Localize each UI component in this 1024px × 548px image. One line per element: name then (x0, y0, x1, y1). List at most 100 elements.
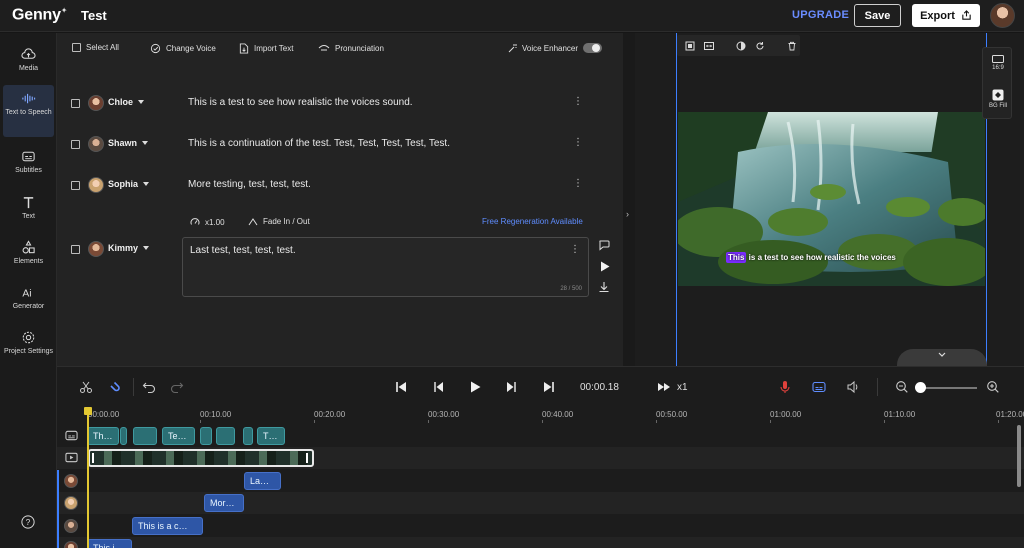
subtitle-clip[interactable] (200, 427, 212, 445)
sidebar-item-text[interactable]: Text (3, 189, 54, 229)
playhead-handle[interactable] (84, 407, 92, 415)
more-options-icon[interactable]: ⋮ (573, 178, 583, 189)
speaker-selector[interactable]: Kimmy (108, 243, 150, 253)
collapse-preview-button[interactable] (897, 349, 987, 366)
regenerate-icon[interactable] (598, 240, 610, 251)
subtitle-clip[interactable] (133, 427, 157, 445)
script-row[interactable]: Sophia More testing, test, test, test. ⋮ (57, 174, 623, 196)
subtitle-clip[interactable]: Te… (162, 427, 195, 445)
pronunciation-button[interactable]: Pronunciation (318, 43, 384, 53)
volume-button[interactable] (846, 380, 860, 399)
download-icon[interactable] (598, 281, 610, 293)
voice-enhancer-toggle[interactable] (583, 43, 603, 53)
speaker-selector[interactable]: Sophia (108, 179, 150, 189)
subtitle-clip[interactable] (216, 427, 235, 445)
sidebar-item-generator[interactable]: Ai Generator (3, 279, 54, 319)
step-forward-button[interactable] (505, 380, 519, 399)
free-regeneration-link[interactable]: Free Regeneration Available (482, 217, 583, 226)
skip-to-start-button[interactable] (394, 380, 408, 399)
project-title[interactable]: Test (81, 8, 107, 23)
script-line-text[interactable]: This is a test to see how realistic the … (188, 97, 413, 108)
row-checkbox[interactable] (71, 181, 80, 190)
magnet-button[interactable] (107, 380, 121, 399)
more-options-icon[interactable]: ⋮ (570, 244, 580, 255)
playhead-line[interactable] (87, 409, 89, 548)
sidebar-item-elements[interactable]: Elements (3, 234, 54, 274)
zoom-slider-track[interactable] (919, 387, 977, 389)
save-button[interactable]: Save (854, 4, 901, 27)
more-options-icon[interactable]: ⋮ (573, 96, 583, 107)
rotate-icon[interactable] (755, 41, 765, 51)
step-back-button[interactable] (431, 380, 445, 399)
chevron-right-icon[interactable]: › (626, 209, 629, 219)
timeline-ruler[interactable]: 00:00.00 00:10.00 00:20.00 00:30.00 00:4… (57, 407, 1024, 423)
redo-button[interactable] (170, 380, 184, 399)
change-voice-button[interactable]: Change Voice (150, 43, 216, 54)
script-line-editor[interactable]: Last test, test, test, test. ⋮ 28 / 500 (182, 237, 589, 297)
subtitle-clip[interactable]: T… (257, 427, 285, 445)
zoom-out-button[interactable] (895, 380, 909, 399)
record-button[interactable] (778, 380, 792, 399)
subtitle-clip[interactable]: Th… (87, 427, 119, 445)
fit-screen-icon[interactable] (685, 41, 695, 51)
clip-trim-handle-left[interactable] (92, 453, 94, 463)
export-button[interactable]: Export (912, 4, 980, 27)
subtitle-clip[interactable] (243, 427, 253, 445)
timeline-scrollbar[interactable] (1017, 425, 1021, 487)
trash-icon[interactable] (787, 41, 797, 51)
resize-icon[interactable] (704, 41, 714, 51)
subtitle-clip[interactable] (120, 427, 127, 445)
row-checkbox[interactable] (71, 99, 80, 108)
aspect-ratio-button[interactable]: 16:9 (983, 55, 1013, 71)
clip-trim-handle-right[interactable] (306, 453, 308, 463)
speed-control[interactable]: x1.00 (190, 217, 225, 227)
import-text-button[interactable]: Import Text (239, 43, 293, 54)
skip-to-end-button[interactable] (542, 380, 556, 399)
upgrade-link[interactable]: UPGRADE (792, 9, 849, 21)
script-line-text[interactable]: This is a continuation of the test. Test… (188, 138, 450, 149)
more-options-icon[interactable]: ⋮ (573, 137, 583, 148)
canvas-options-panel: 16:9 BG Fill (982, 47, 1012, 119)
zoom-in-icon (987, 381, 999, 393)
sidebar-item-project-settings[interactable]: Project Settings (3, 324, 54, 368)
voice-clip[interactable]: La… (244, 472, 281, 490)
fast-forward-button[interactable] (657, 380, 671, 399)
video-clip[interactable] (88, 449, 314, 467)
sidebar-item-text-to-speech[interactable]: Text to Speech (3, 85, 54, 137)
playback-speed[interactable]: x1 (677, 382, 688, 393)
script-row[interactable]: Chloe This is a test to see how realisti… (57, 92, 623, 114)
select-all-control[interactable]: Select All (72, 43, 119, 52)
voice-clip[interactable]: Mor… (204, 494, 244, 512)
user-avatar[interactable] (990, 3, 1015, 28)
script-row[interactable]: Shawn This is a continuation of the test… (57, 133, 623, 155)
help-icon[interactable]: ? (21, 515, 35, 529)
panel-divider[interactable]: › (623, 33, 635, 366)
select-all-checkbox[interactable] (72, 43, 81, 52)
bg-fill-button[interactable]: BG Fill (983, 89, 1013, 109)
row-checkbox[interactable] (71, 140, 80, 149)
script-line-text[interactable]: More testing, test, test, test. (188, 179, 311, 190)
subtitles-toggle-button[interactable] (812, 380, 826, 399)
sidebar-item-subtitles[interactable]: Subtitles (3, 143, 54, 183)
sidebar-item-media[interactable]: Media (3, 41, 54, 81)
voice-clip[interactable]: This is a c… (132, 517, 203, 535)
voice-clip[interactable]: This i… (87, 539, 132, 548)
ruler-tick (770, 420, 771, 423)
fade-control[interactable]: Fade In / Out (248, 217, 310, 226)
undo-button[interactable] (142, 380, 156, 399)
play-icon[interactable] (600, 261, 610, 272)
speaker-selector[interactable]: Chloe (108, 97, 145, 107)
split-button[interactable] (79, 380, 93, 399)
brand-logo[interactable]: Genny✦ (12, 6, 67, 24)
play-button[interactable] (468, 380, 482, 399)
subtitle-overlay[interactable]: This is a test to see how realistic the … (726, 252, 896, 263)
play-icon (471, 381, 481, 393)
zoom-slider-handle[interactable] (915, 382, 926, 393)
contrast-icon[interactable] (736, 41, 746, 51)
sidebar-item-label: Generator (12, 303, 45, 310)
speaker-selector[interactable]: Shawn (108, 138, 149, 148)
voice-track: La… (57, 470, 1024, 492)
row-checkbox[interactable] (71, 245, 80, 254)
zoom-in-button[interactable] (986, 380, 1000, 399)
script-line-input[interactable]: Last test, test, test, test. (190, 245, 296, 256)
